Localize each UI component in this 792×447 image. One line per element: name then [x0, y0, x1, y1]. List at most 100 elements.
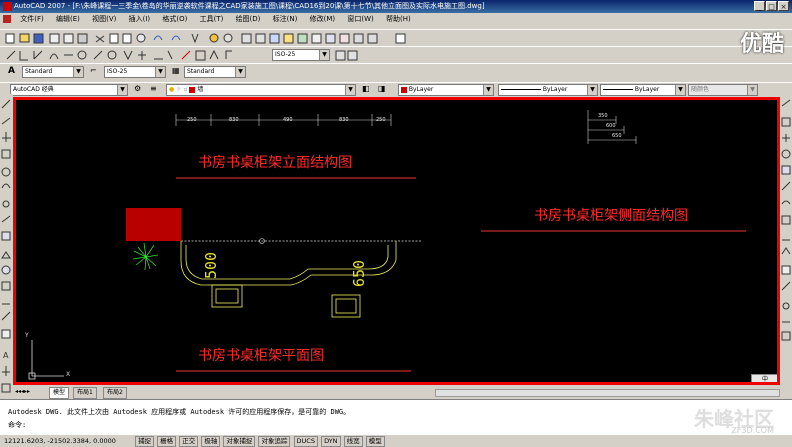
- linetype-combo[interactable]: ByLayer ▼: [498, 84, 598, 96]
- toggle-grid[interactable]: 栅格: [157, 436, 177, 447]
- dimstyle-extra-icons[interactable]: [334, 47, 360, 64]
- menu-insert[interactable]: 插入(I): [124, 13, 156, 26]
- workspace-settings-icon[interactable]: ⚙: [134, 84, 146, 96]
- plotstyle-combo[interactable]: 随颜色 ▼: [688, 84, 758, 96]
- dim-label: 250: [187, 117, 197, 123]
- toggle-ortho[interactable]: 正交: [179, 436, 199, 447]
- coordinates-readout: 12121.6203, -21502.3384, 0.0000: [4, 437, 116, 445]
- menu-view[interactable]: 视图(V): [87, 13, 121, 26]
- drawing-canvas[interactable]: 250 830 490 830 250 350 600 650 书房书桌柜架立面…: [13, 97, 780, 385]
- plotstyle-value: 随颜色: [691, 86, 710, 93]
- toggle-ducs[interactable]: DUCS: [293, 436, 318, 447]
- chevron-down-icon: ▼: [73, 67, 83, 77]
- command-window[interactable]: Autodesk DWG. 此文件上次由 Autodesk 应用程序或 Auto…: [0, 399, 792, 435]
- linetype-value: ByLayer: [542, 86, 568, 93]
- chevron-down-icon: ▼: [319, 50, 329, 60]
- text-style-combo[interactable]: Standard ▼: [22, 66, 84, 78]
- plant-symbol: [132, 242, 159, 271]
- toggle-otrack[interactable]: 对象追踪: [258, 436, 291, 447]
- document-icon[interactable]: [3, 15, 11, 23]
- youku-watermark: 优酷: [739, 32, 784, 57]
- lineweight-combo[interactable]: ByLayer ▼: [600, 84, 686, 96]
- workspace-value: AutoCAD 经典: [13, 86, 54, 93]
- dim-label: 650: [612, 133, 622, 139]
- modify-toolbar-icons[interactable]: [780, 94, 792, 399]
- color-swatch: [401, 86, 407, 93]
- ucs-icon: [28, 340, 64, 380]
- dim-label: 830: [229, 117, 239, 123]
- close-button[interactable]: ×: [778, 1, 789, 11]
- modify-toolbar-vertical: [780, 94, 792, 399]
- color-value: ByLayer: [408, 86, 434, 93]
- toggle-dyn[interactable]: DYN: [321, 436, 341, 447]
- menu-draw[interactable]: 绘图(D): [231, 13, 266, 26]
- draw-dimension-icons[interactable]: [4, 47, 264, 64]
- minimize-button[interactable]: _: [754, 1, 765, 11]
- chevron-down-icon: ▼: [345, 85, 355, 95]
- title-bar: AutoCAD 2007 - [F:\朱峰课程一三季金\卷岛的华丽逆袭软件课程之…: [0, 0, 792, 13]
- menu-tools[interactable]: 工具(T): [195, 13, 229, 26]
- side-title: 书房书桌柜架侧面结构图: [534, 208, 688, 224]
- tab-model[interactable]: 模型: [49, 387, 70, 399]
- command-prompt: 命令:: [8, 421, 27, 429]
- menu-help[interactable]: 帮助(H): [381, 13, 416, 26]
- dim-style-combo[interactable]: ISO-25 ▼: [104, 66, 166, 78]
- toggle-snap[interactable]: 捕捉: [135, 436, 155, 447]
- make-current-icon[interactable]: ◧: [362, 84, 374, 96]
- svg-text:A: A: [3, 351, 9, 360]
- dimstyle-combo[interactable]: ISO-25 ▼: [272, 49, 330, 61]
- layer-previous-icon[interactable]: ◨: [378, 84, 390, 96]
- dimstyle-value: ISO-25: [275, 51, 296, 58]
- menu-window[interactable]: 窗口(W): [342, 13, 378, 26]
- table-style-combo[interactable]: Standard ▼: [184, 66, 246, 78]
- menu-modify[interactable]: 修改(M): [305, 13, 341, 26]
- dimension-style-icon[interactable]: ⌐: [90, 66, 102, 78]
- menu-edit[interactable]: 编辑(E): [51, 13, 85, 26]
- text-style-value: Standard: [25, 68, 53, 75]
- ucs-y-label: Y: [25, 332, 29, 339]
- tab-layout1[interactable]: 布局1: [73, 387, 97, 399]
- chevron-down-icon: ▼: [117, 85, 127, 95]
- ime-indicator[interactable]: 中: [751, 374, 777, 383]
- ime-label: 中: [761, 376, 768, 383]
- menu-dimension[interactable]: 标注(N): [268, 13, 303, 26]
- lightbulb-icon: ●: [169, 86, 175, 93]
- tab-layout2[interactable]: 布局2: [103, 387, 127, 399]
- tab-nav-arrows[interactable]: ◂◂◂▸▸: [15, 388, 30, 395]
- dim-label: 600: [606, 123, 616, 129]
- toggle-model[interactable]: 模型: [365, 436, 385, 447]
- toggle-lineweight[interactable]: 线宽: [343, 436, 363, 447]
- toggle-osnap[interactable]: 对象捕捉: [223, 436, 256, 447]
- color-combo[interactable]: ByLayer ▼: [398, 84, 494, 96]
- draw-toolbar-vertical: A: [0, 94, 13, 399]
- table-style-icon[interactable]: ▦: [172, 66, 184, 78]
- workspace-combo[interactable]: AutoCAD 经典 ▼: [10, 84, 128, 96]
- autocad-icon: [3, 2, 12, 11]
- chevron-down-icon: ▼: [155, 67, 165, 77]
- draw-toolbar-icons[interactable]: A: [0, 94, 13, 399]
- layer-color-swatch: [189, 86, 196, 93]
- horizontal-scrollbar[interactable]: [435, 389, 780, 397]
- layer-value: 墙: [197, 86, 204, 93]
- menu-format[interactable]: 格式(O): [157, 13, 192, 26]
- menu-bar: 文件(F) 编辑(E) 视图(V) 插入(I) 格式(O) 工具(T) 绘图(D…: [0, 13, 792, 26]
- dim-label: 250: [376, 117, 386, 123]
- layer-manager-icon[interactable]: ≡: [150, 84, 162, 96]
- dim-label: 490: [283, 117, 293, 123]
- styles-toolbar: A Standard ▼ ⌐ ISO-25 ▼ ▦ Standard ▼: [0, 63, 792, 80]
- maximize-button[interactable]: □: [766, 1, 777, 11]
- layout-tabs: ◂◂◂▸▸ 模型 布局1 布局2: [13, 386, 433, 399]
- standard-toolbar: [0, 29, 792, 46]
- dim-500-label: 500: [202, 251, 220, 279]
- standard-toolbar-icons[interactable]: [4, 30, 414, 47]
- status-bar: 12121.6203, -21502.3384, 0.0000 捕捉 栅格 正交…: [0, 435, 792, 447]
- layers-toolbar: AutoCAD 经典 ▼ ⚙ ≡ ● ☼ ▫ 墙 ▼ ◧ ◨ ByLayer ▼…: [0, 82, 792, 96]
- table-style-value: Standard: [187, 68, 215, 75]
- sun-icon: ☼: [176, 86, 182, 93]
- chevron-down-icon: ▼: [747, 85, 757, 95]
- menu-file[interactable]: 文件(F): [15, 13, 49, 26]
- toggle-polar[interactable]: 极轴: [201, 436, 221, 447]
- linetype-sample: [501, 89, 541, 90]
- layer-combo[interactable]: ● ☼ ▫ 墙 ▼: [166, 84, 356, 96]
- text-style-icon[interactable]: A: [8, 66, 20, 78]
